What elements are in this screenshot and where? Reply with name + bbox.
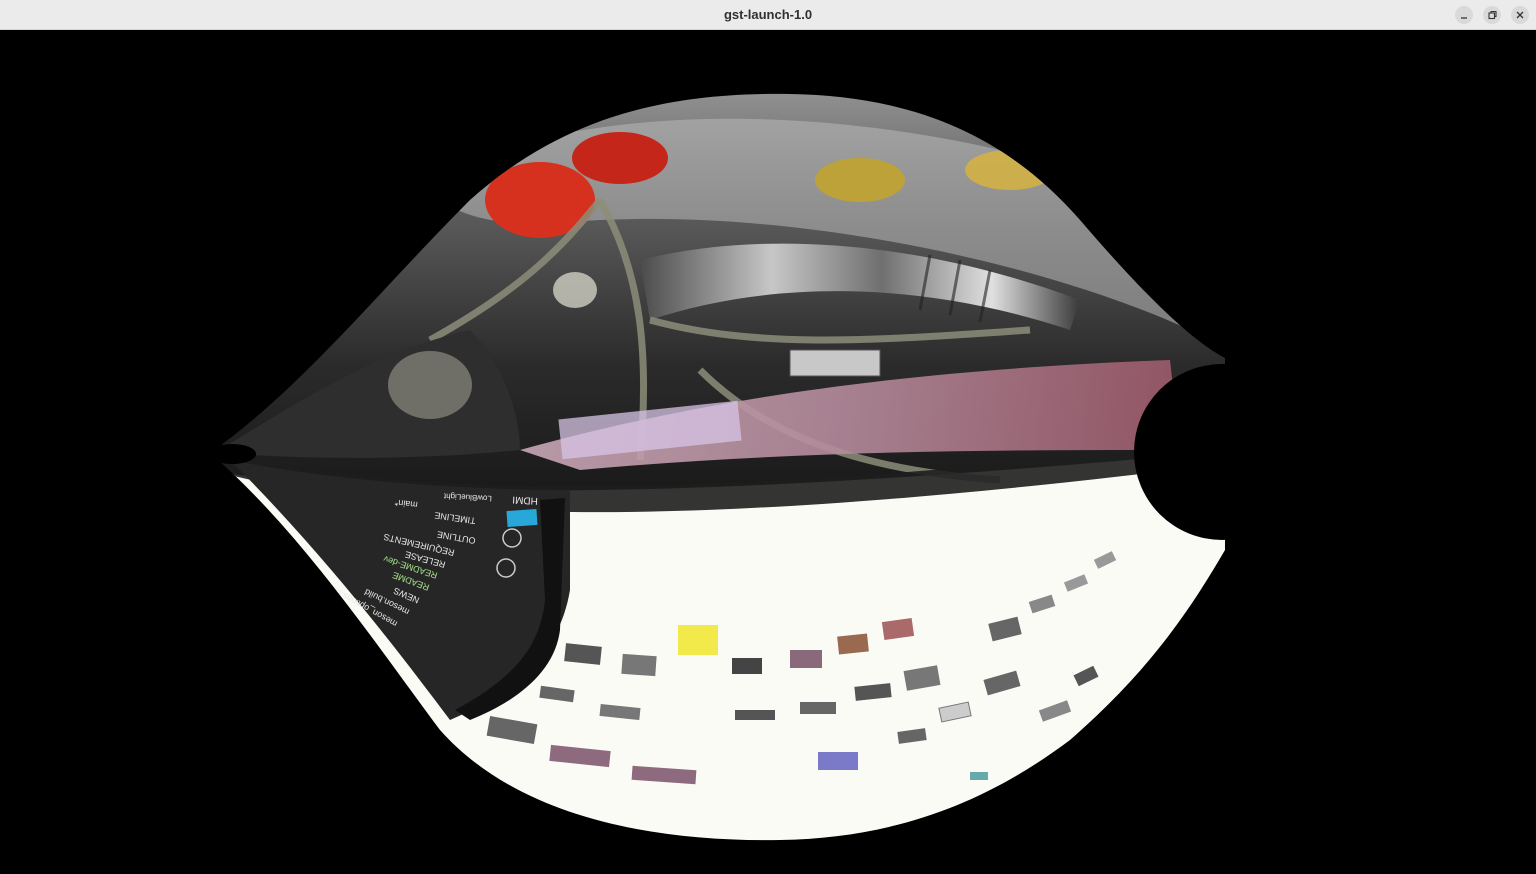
lens-pinch	[208, 444, 256, 464]
dewarped-camera-view: HDMI LowBlueLight main* TIMELINE OUTLINE…	[208, 93, 1310, 841]
titlebar[interactable]: gst-launch-1.0	[0, 0, 1536, 30]
close-button[interactable]	[1511, 6, 1529, 24]
video-frame: HDMI LowBlueLight main* TIMELINE OUTLINE…	[0, 30, 1536, 874]
lens-image: HDMI LowBlueLight main* TIMELINE OUTLINE…	[210, 93, 1225, 841]
close-icon	[1516, 11, 1524, 19]
window-title: gst-launch-1.0	[723, 7, 813, 22]
ide-label-hdmi: HDMI	[512, 494, 538, 506]
lens-occlusion	[1134, 364, 1310, 540]
maximize-button[interactable]	[1483, 6, 1501, 24]
app-window: gst-launch-1.0 HDMI LowBlueLight main* T…	[0, 0, 1536, 874]
minimize-icon	[1461, 17, 1467, 19]
restore-icon	[1488, 10, 1497, 20]
minimize-button[interactable]	[1455, 6, 1473, 24]
